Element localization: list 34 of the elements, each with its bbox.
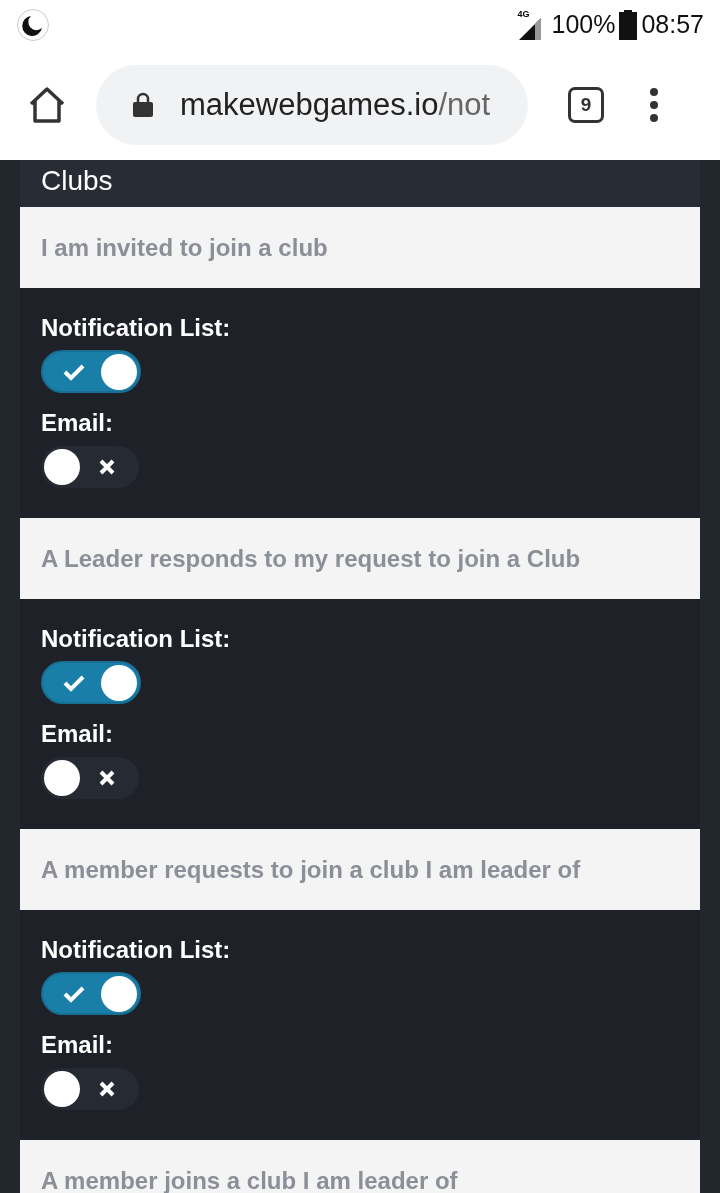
panel-title: Clubs — [41, 164, 113, 198]
check-icon — [63, 673, 85, 692]
url-text: makewebgames.io/not — [180, 85, 491, 124]
setting-label: Email: — [41, 408, 114, 438]
toggle-switch[interactable] — [41, 972, 141, 1015]
battery-percent: 100% — [551, 9, 616, 41]
setting-label: Notification List: — [41, 313, 231, 343]
battery-icon — [619, 10, 638, 40]
moon-icon — [16, 8, 50, 42]
setting-label: Email: — [41, 1030, 114, 1060]
section-title: A Leader responds to my request to join a Club — [41, 543, 581, 574]
address-bar[interactable]: makewebgames.io/not — [96, 65, 528, 145]
network-label: 4G — [517, 10, 530, 19]
home-icon[interactable] — [28, 87, 66, 123]
setting-label: Notification List: — [41, 935, 231, 965]
menu-icon[interactable] — [648, 87, 660, 123]
clock: 08:57 — [641, 9, 704, 41]
section-title: A member requests to join a club I am leader of — [41, 854, 581, 885]
toggle-switch[interactable] — [41, 757, 139, 799]
section-title: I am invited to join a club — [41, 232, 328, 263]
setting-label: Email: — [41, 719, 114, 749]
setting-label: Notification List: — [41, 624, 231, 654]
close-icon — [99, 459, 115, 475]
section-title: A member joins a club I am leader of — [41, 1165, 458, 1193]
check-icon — [63, 362, 85, 381]
tab-count[interactable]: 9 — [568, 87, 604, 123]
check-icon — [63, 984, 85, 1003]
toggle-switch[interactable] — [41, 446, 139, 488]
toggle-switch[interactable] — [41, 350, 141, 393]
toggle-switch[interactable] — [41, 1068, 139, 1110]
close-icon — [99, 1081, 115, 1097]
toggle-switch[interactable] — [41, 661, 141, 704]
lock-icon — [132, 92, 154, 118]
close-icon — [99, 770, 115, 786]
